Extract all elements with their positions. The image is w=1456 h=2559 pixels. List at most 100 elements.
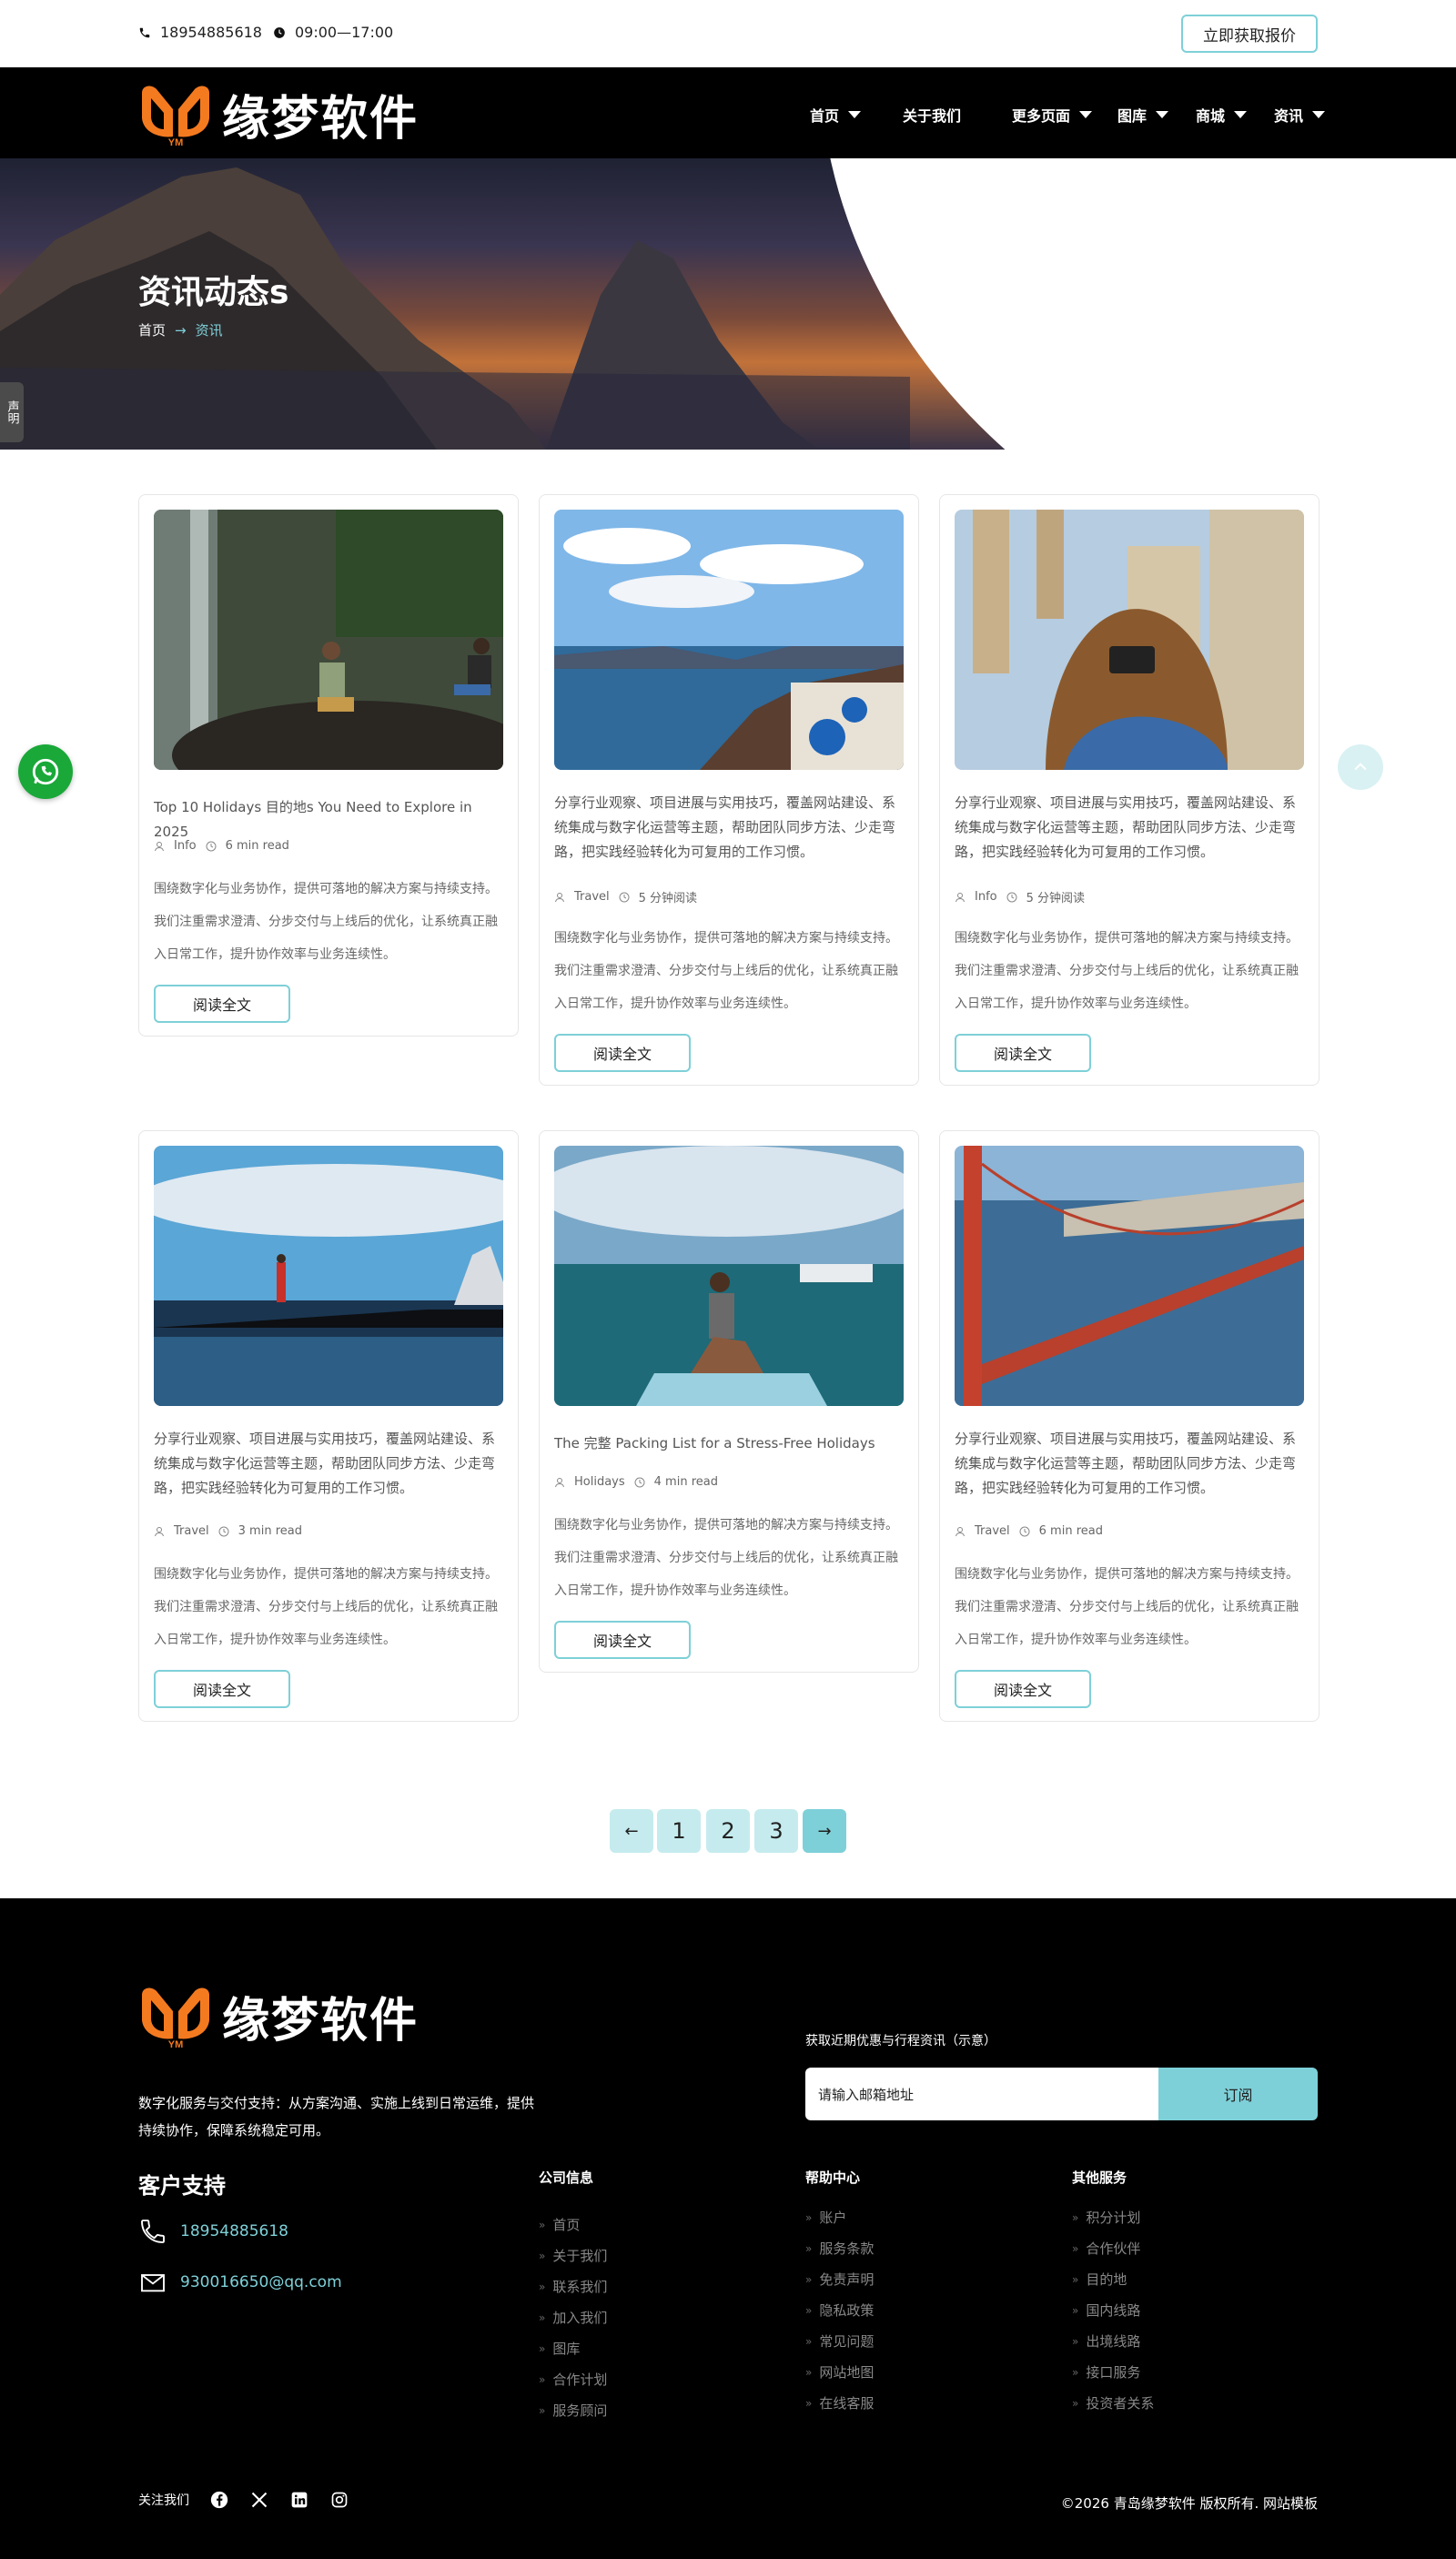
newsletter-email-input[interactable]: 请输入邮箱地址	[805, 2068, 1158, 2120]
logo-mark-icon: YM	[142, 86, 209, 147]
post-excerpt: 围绕数字化与业务协作，提供可落地的解决方案与持续支持。我们注重需求澄清、分步交付…	[554, 931, 898, 1011]
post-image[interactable]	[154, 1146, 503, 1406]
santorini-image	[554, 510, 904, 770]
footer-link[interactable]: » 国内线路	[1072, 2301, 1140, 2320]
whatsapp-chat-button[interactable]	[18, 744, 73, 799]
post-image[interactable]	[554, 1146, 904, 1406]
double-chevron-icon: »	[1072, 2241, 1079, 2255]
post-title[interactable]: Top 10 Holidays 目的地s You Need to Explore…	[154, 795, 505, 845]
footer-link[interactable]: » 目的地	[1072, 2270, 1127, 2289]
nav-item-gallery[interactable]: 图库	[1117, 104, 1169, 126]
nav-item-more-pages[interactable]: 更多页面	[1012, 104, 1093, 126]
post-title[interactable]: 分享行业观察、项目进展与实用技巧，覆盖网站建设、系统集成与数字化运营等主题，帮助…	[955, 791, 1306, 865]
clock-icon	[206, 841, 217, 851]
footer-link[interactable]: » 合作计划	[539, 2370, 607, 2389]
read-more-button[interactable]: 阅读全文	[154, 1670, 290, 1708]
page-button[interactable]: 3	[754, 1809, 798, 1853]
footer-link[interactable]: » 积分计划	[1072, 2208, 1140, 2227]
subscribe-button[interactable]: 订阅	[1158, 2068, 1318, 2120]
read-more-button[interactable]: 阅读全文	[955, 1034, 1091, 1072]
read-more-button[interactable]: 阅读全文	[955, 1670, 1091, 1708]
footer-link[interactable]: » 投资者关系	[1072, 2393, 1154, 2412]
nav-item-home[interactable]: 首页	[810, 104, 862, 126]
post-category: Travel	[574, 890, 610, 904]
caret-down-icon	[1312, 111, 1326, 118]
post-title[interactable]: 分享行业观察、项目进展与实用技巧，覆盖网站建设、系统集成与数字化运营等主题，帮助…	[554, 791, 905, 865]
site-footer: YM 缘梦软件 数字化服务与交付支持：从方案沟通、实施上线到日常运维，提供持续协…	[0, 1898, 1456, 2559]
post-meta: Travel 5 分钟阅读	[554, 888, 697, 905]
read-more-button[interactable]: 阅读全文	[554, 1621, 691, 1659]
footer-link[interactable]: » 联系我们	[539, 2277, 607, 2296]
double-chevron-icon: »	[1072, 2272, 1079, 2286]
social-links: 关注我们	[138, 2490, 349, 2510]
footer-link[interactable]: » 常见问题	[805, 2331, 874, 2351]
user-icon	[555, 1477, 564, 1487]
business-hours: 09:00—17:00	[273, 24, 393, 41]
post-image[interactable]	[154, 510, 503, 770]
page-button[interactable]: 2	[706, 1809, 750, 1853]
clock-icon	[619, 892, 630, 902]
footer-link[interactable]: » 加入我们	[539, 2308, 607, 2327]
post-title[interactable]: The 完整 Packing List for a Stress-Free Ho…	[554, 1431, 905, 1456]
site-logo[interactable]: YM 缘梦软件	[136, 80, 419, 148]
read-more-button[interactable]: 阅读全文	[554, 1034, 691, 1072]
footer-link[interactable]: » 服务条款	[805, 2239, 874, 2258]
support-phone[interactable]: 18954885618	[138, 2217, 288, 2246]
nav-label: 更多页面	[1012, 107, 1071, 125]
footer-logo[interactable]: YM 缘梦软件	[136, 1982, 419, 2050]
next-page-button[interactable]: →	[803, 1809, 846, 1853]
blog-card: 分享行业观察、项目进展与实用技巧，覆盖网站建设、系统集成与数字化运营等主题，帮助…	[539, 494, 919, 1086]
nav-item-about[interactable]: 关于我们	[903, 104, 961, 126]
post-excerpt: 围绕数字化与业务协作，提供可落地的解决方案与持续支持。我们注重需求澄清、分步交付…	[955, 1567, 1299, 1647]
phone-contact[interactable]: 18954885618	[138, 24, 262, 41]
prev-page-button[interactable]: ←	[610, 1809, 653, 1853]
logo-text: 缘梦软件	[222, 1994, 420, 2048]
footer-link[interactable]: » 关于我们	[539, 2246, 607, 2265]
post-meta: Travel 3 min read	[154, 1524, 302, 1538]
linkedin-icon[interactable]	[289, 2490, 309, 2510]
post-read-time: 3 min read	[238, 1524, 302, 1538]
footer-link[interactable]: » 接口服务	[1072, 2362, 1140, 2382]
nav-item-news[interactable]: 资讯	[1274, 104, 1326, 126]
facebook-icon[interactable]	[209, 2490, 229, 2510]
blog-card: The 完整 Packing List for a Stress-Free Ho…	[539, 1130, 919, 1673]
post-excerpt: 围绕数字化与业务协作，提供可落地的解决方案与持续支持。我们注重需求澄清、分步交付…	[154, 1567, 498, 1647]
nav-item-shop[interactable]: 商城	[1196, 104, 1248, 126]
email-icon	[141, 2274, 165, 2292]
post-image[interactable]	[554, 510, 904, 770]
caret-down-icon	[848, 111, 862, 118]
footer-link[interactable]: » 服务顾问	[539, 2401, 607, 2420]
post-image[interactable]	[955, 1146, 1304, 1406]
page-button[interactable]: 1	[657, 1809, 701, 1853]
breadcrumb-current: 资讯	[195, 322, 223, 339]
read-more-button[interactable]: 阅读全文	[154, 985, 290, 1023]
post-image[interactable]	[955, 510, 1304, 770]
post-title[interactable]: 分享行业观察、项目进展与实用技巧，覆盖网站建设、系统集成与数字化运营等主题，帮助…	[154, 1427, 505, 1501]
support-email-address: 930016650@qq.com	[180, 2273, 342, 2291]
footer-link[interactable]: » 账户	[805, 2208, 846, 2227]
photographer-ruins-image	[955, 510, 1304, 770]
post-read-time: 4 min read	[653, 1475, 718, 1489]
double-chevron-icon: »	[805, 2241, 813, 2255]
footer-link[interactable]: » 网站地图	[805, 2362, 874, 2382]
instagram-icon[interactable]	[329, 2490, 349, 2510]
double-chevron-icon: »	[1072, 2303, 1079, 2317]
double-chevron-icon: »	[805, 2396, 813, 2410]
disclaimer-side-tab[interactable]: 声明	[0, 382, 24, 442]
post-title[interactable]: 分享行业观察、项目进展与实用技巧，覆盖网站建设、系统集成与数字化运营等主题，帮助…	[955, 1427, 1306, 1501]
get-quote-button[interactable]: 立即获取报价	[1181, 15, 1318, 53]
footer-link[interactable]: » 图库	[539, 2339, 580, 2358]
double-chevron-icon: »	[539, 2311, 546, 2324]
x-icon[interactable]	[249, 2490, 269, 2510]
footer-link[interactable]: » 合作伙伴	[1072, 2239, 1140, 2258]
back-to-top-button[interactable]	[1338, 744, 1383, 790]
support-email[interactable]: 930016650@qq.com	[138, 2268, 342, 2297]
breadcrumb-home[interactable]: 首页	[138, 320, 166, 339]
footer-link[interactable]: » 在线客服	[805, 2393, 874, 2412]
footer-link[interactable]: » 免责声明	[805, 2270, 874, 2289]
footer-link[interactable]: » 隐私政策	[805, 2301, 874, 2320]
clock-icon	[218, 1526, 229, 1536]
footer-link[interactable]: » 出境线路	[1072, 2331, 1140, 2351]
caret-down-icon	[1079, 111, 1093, 118]
footer-link[interactable]: » 首页	[539, 2215, 580, 2234]
